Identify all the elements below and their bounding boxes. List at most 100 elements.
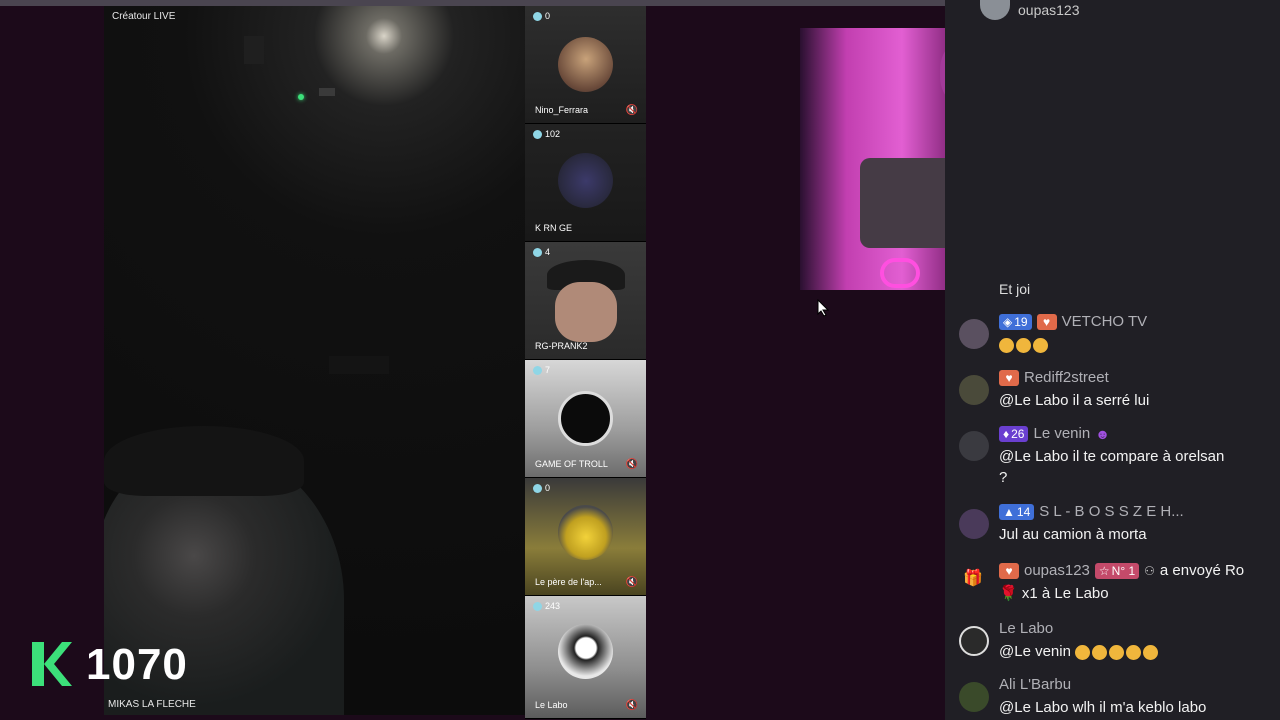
chat-text: @Le Labo wlh il m'a keblo labo: [999, 699, 1207, 716]
avatar: [959, 682, 989, 712]
mic-muted-icon: 🔇: [625, 105, 638, 116]
viewer-count-value: 243: [545, 601, 561, 611]
viewer-count: 0: [533, 483, 550, 493]
mic-muted-icon: 🔇: [625, 459, 638, 470]
guest-face: [555, 282, 617, 342]
guest-tile[interactable]: 4 RG-PRANK2: [525, 242, 646, 360]
viewer-count: 4: [533, 247, 550, 257]
rose-icon: 🌹: [999, 585, 1018, 602]
chat-username: VETCHO TV: [1061, 313, 1148, 330]
game-of-trolls-logo: [558, 391, 613, 446]
avatar: [959, 509, 989, 539]
laughing-emoji-icon: [1092, 644, 1108, 660]
host-name: MIKAS LA FLECHE: [108, 699, 196, 710]
heart-badge-icon: ♥: [1036, 313, 1057, 330]
guest-tile[interactable]: 243 Le Labo 🔇: [525, 596, 646, 719]
heart-badge-icon: ♥: [999, 562, 1019, 579]
viewer-count-value: 0: [545, 483, 551, 493]
eye-icon: [533, 365, 542, 375]
laughing-emoji-icon: [1109, 644, 1125, 660]
main-video[interactable]: Créatour LIVE MIKAS LA FLECHE: [104, 6, 525, 715]
level-badge: ▲ 14: [999, 503, 1035, 520]
chat-text: @Le Labo il a serré lui: [999, 392, 1150, 409]
viewer-count-value: 4: [545, 247, 551, 257]
eye-icon: [533, 601, 542, 611]
mic-muted-icon: 🔇: [625, 577, 638, 588]
ring-light: [880, 258, 920, 288]
badge-value: 14: [1016, 504, 1031, 519]
avatar: [558, 153, 613, 208]
avatar: [558, 37, 613, 92]
led-light: [298, 94, 304, 100]
laughing-emoji-icon: [1016, 337, 1031, 353]
creator-label: Créatour LIVE: [112, 11, 176, 22]
eye-icon: [533, 129, 542, 139]
gift-detail: x1 à Le Labo: [1021, 585, 1109, 602]
guest-list: 0 Nino_Ferrara 🔇 102 K RN GE 4 RG-PRANK2…: [525, 6, 646, 720]
chat-username: oupas123: [1018, 2, 1080, 18]
chat-panel[interactable]: oupas123 Et joi ◈ 19 ♥ VETCHO TV ♥ Redif…: [945, 0, 1280, 720]
guest-tile[interactable]: 0 Nino_Ferrara 🔇: [525, 6, 646, 124]
gift-action: a envoyé Ro: [1159, 562, 1245, 579]
score-count: 1070: [86, 640, 188, 689]
mouse-cursor-icon: [817, 299, 829, 317]
heart-badge-icon: ♥: [999, 369, 1019, 386]
avatar: [980, 0, 1010, 20]
guest-name: Nino_Ferrara: [535, 105, 589, 115]
laughing-emoji-icon: [999, 337, 1014, 353]
guest-name: RG-PRANK2: [535, 341, 588, 351]
laughing-emoji-icon: [1075, 644, 1091, 660]
laughing-emoji-icon: [1126, 644, 1142, 660]
chat-username: S L - B O S S Z E H...: [1039, 503, 1184, 520]
avatar: [959, 375, 989, 405]
chat-text-continuation: ?: [999, 469, 1008, 486]
badge-value: N° 1: [1111, 563, 1136, 578]
wall-object: [319, 88, 335, 96]
avatar: [558, 505, 613, 560]
guest-tile[interactable]: 7 GAME OF TROLL 🔇: [525, 360, 646, 478]
eye-icon: [533, 247, 542, 257]
viewer-count: 102: [533, 129, 560, 139]
chat-text: Jul au camion à morta: [999, 526, 1147, 543]
chat-text: @Le Labo il te compare à orelsan: [999, 448, 1225, 465]
chat-emojis: [999, 334, 1050, 355]
chat-text: @Le venin: [999, 641, 1160, 662]
chat-gift-text: 🌹 x1 à Le Labo: [999, 583, 1109, 604]
guest-name: Le Labo: [535, 700, 568, 710]
guest-name: GAME OF TROLL: [535, 459, 608, 469]
mic-muted-icon: 🔇: [625, 700, 638, 711]
avatar: [959, 431, 989, 461]
viewer-count-value: 102: [545, 129, 561, 139]
viewer-count: 7: [533, 365, 550, 375]
laughing-emoji-icon: [1033, 337, 1048, 353]
avatar: [959, 626, 989, 656]
devil-emoji-icon: ☻: [1095, 425, 1110, 442]
chat-username: Rediff2street: [1024, 369, 1109, 386]
guest-name: Le père de l'ap...: [535, 577, 602, 587]
level-badge: ♦ 26: [999, 425, 1029, 442]
wall-object: [244, 36, 264, 64]
rank-badge: ☆ N° 1: [1094, 562, 1140, 579]
guest-tile[interactable]: 102 K RN GE: [525, 124, 646, 242]
host-cap: [104, 426, 304, 496]
guest-tile[interactable]: 0 Le père de l'ap... 🔇: [525, 478, 646, 596]
gift-icon: 🎁: [963, 570, 983, 587]
badge-value: 26: [1011, 426, 1025, 441]
guest-name: K RN GE: [535, 223, 573, 233]
level-badge: ◈ 19: [999, 313, 1032, 330]
chat-top-message: oupas123: [980, 0, 1080, 20]
eye-icon: [533, 483, 542, 493]
avatar: [959, 319, 989, 349]
chat-partial-text: Et joi: [999, 281, 1031, 297]
viewer-count-value: 0: [545, 11, 551, 21]
avatar: [558, 624, 613, 679]
chat-username: Ali L'Barbu: [999, 676, 1072, 693]
shelf-object: [329, 356, 389, 374]
viewer-count: 243: [533, 601, 560, 611]
chat-text-value: @Le venin: [999, 643, 1071, 660]
laughing-emoji-icon: [1143, 644, 1159, 660]
viewer-count: 0: [533, 11, 550, 21]
chat-username: Le venin: [1033, 425, 1091, 442]
people-icon: ⚇: [1144, 563, 1155, 578]
viewer-count-value: 7: [545, 365, 551, 375]
